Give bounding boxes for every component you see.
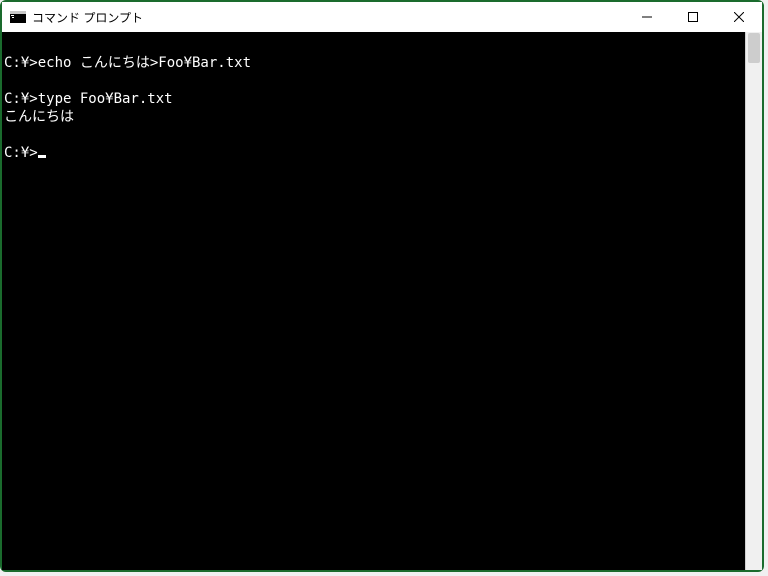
terminal-line xyxy=(4,36,743,54)
maximize-button[interactable] xyxy=(670,2,716,32)
titlebar[interactable]: コマンド プロンプト xyxy=(2,2,762,32)
terminal-line xyxy=(4,126,743,144)
terminal-line: C:¥> xyxy=(4,144,743,162)
terminal-line: こんにちは xyxy=(4,108,743,126)
window-frame: コマンド プロンプト C:¥>echo こんにちは>Foo¥Bar.txtC:¥… xyxy=(0,0,764,572)
cursor xyxy=(38,155,46,158)
minimize-button[interactable] xyxy=(624,2,670,32)
app-icon xyxy=(10,9,26,25)
terminal-line: C:¥>echo こんにちは>Foo¥Bar.txt xyxy=(4,54,743,72)
maximize-icon xyxy=(688,12,698,22)
scrollbar-thumb[interactable] xyxy=(748,33,760,63)
terminal-line: C:¥>type Foo¥Bar.txt xyxy=(4,90,743,108)
minimize-icon xyxy=(642,12,652,22)
window-title: コマンド プロンプト xyxy=(32,9,143,26)
terminal-line xyxy=(4,72,743,90)
vertical-scrollbar[interactable] xyxy=(745,32,762,570)
client-area: C:¥>echo こんにちは>Foo¥Bar.txt C:¥>type Foo¥B… xyxy=(2,32,762,570)
close-button[interactable] xyxy=(716,2,762,32)
close-icon xyxy=(734,12,744,22)
terminal-output[interactable]: C:¥>echo こんにちは>Foo¥Bar.txt C:¥>type Foo¥B… xyxy=(2,32,745,570)
